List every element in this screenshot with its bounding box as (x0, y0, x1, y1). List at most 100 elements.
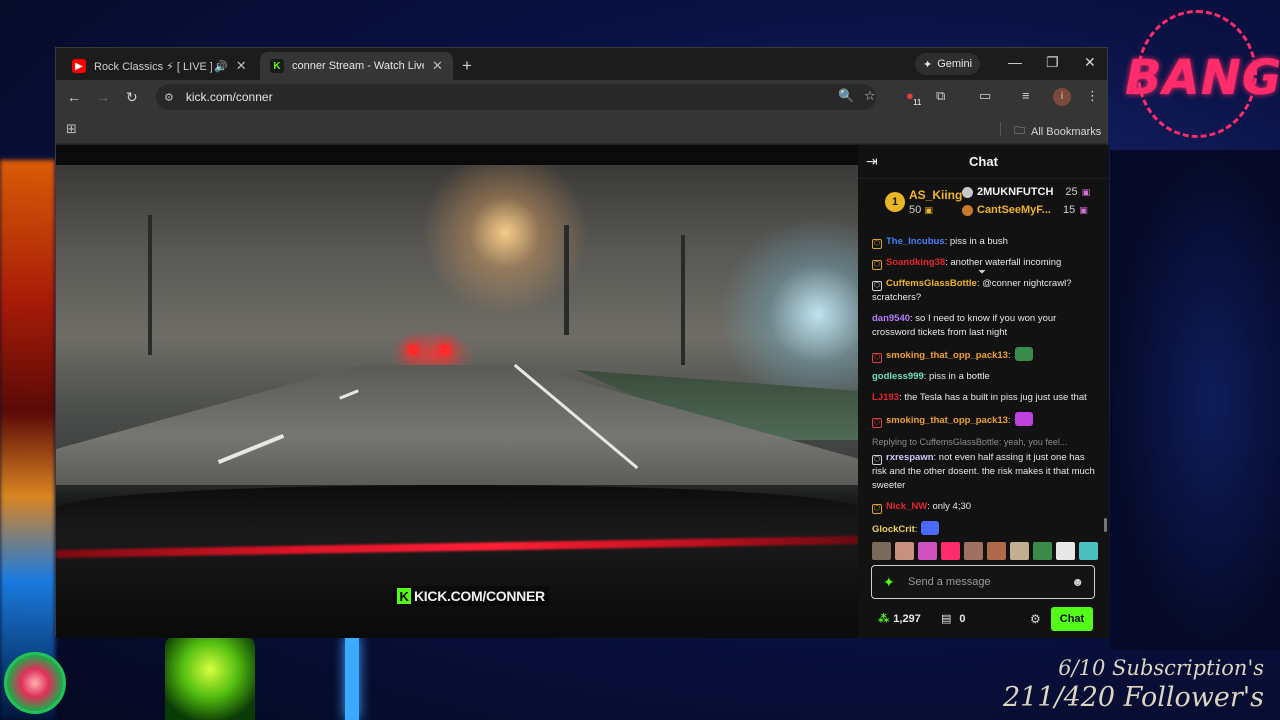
close-window-icon[interactable]: ✕ (1084, 54, 1096, 71)
tab-rock-classics[interactable]: ▶ Rock Classics ⚡ [ LIVE ] Tim 🔊 ✕ (62, 52, 257, 80)
restore-icon[interactable]: ❐ (1046, 54, 1059, 71)
emote-icon[interactable] (1010, 542, 1029, 560)
kick-page: K KICK.COM/CONNER ⇥ Chat 1 AS_Kiing 50 ▣… (56, 145, 1109, 638)
leaderboard-first-name: AS_Kiing (909, 188, 963, 202)
chat-title: Chat (969, 154, 998, 169)
sub-badge-icon: ⬡ (872, 281, 882, 291)
kick-logo-icon: K (397, 588, 411, 604)
chat-message: LJ193: the Tesla has a built in piss jug… (872, 391, 1097, 405)
profile-avatar[interactable]: i (1053, 88, 1071, 106)
bookmark-star-icon[interactable]: ☆ (864, 88, 876, 104)
emote-icon[interactable] (987, 542, 1006, 560)
leaderboard-second-name: 2MUKNFUTCH (977, 186, 1054, 198)
zoom-icon[interactable]: 🔍 (838, 88, 854, 104)
bronze-rank-icon (962, 204, 973, 216)
emote-icon[interactable] (872, 542, 891, 560)
emote-icon[interactable] (918, 542, 937, 560)
chat-header: ⇥ Chat (858, 145, 1109, 179)
message-input[interactable] (908, 573, 1058, 591)
browser-window: ▶ Rock Classics ⚡ [ LIVE ] Tim 🔊 ✕ K con… (55, 47, 1109, 638)
reply-context[interactable]: Replying to CuffemsGlassBottle: yeah, yo… (872, 435, 1097, 449)
emote-icon[interactable] (895, 542, 914, 560)
send-chat-button[interactable]: Chat (1051, 607, 1093, 631)
store-button[interactable]: ▤ 0 (941, 612, 966, 626)
chat-username[interactable]: GlockCrit (872, 524, 915, 535)
gift-leaderboard[interactable]: 1 AS_Kiing 50 ▣ 2MUKNFUTCH 25 ▣ CantSeeM… (858, 183, 1109, 278)
speaker-icon (4, 652, 66, 714)
chat-message: Replying to CuffemsGlassBottle: yeah, yo… (872, 435, 1097, 493)
chat-username[interactable]: Nick_NW (886, 501, 927, 512)
chat-message: ⬡ The_Incubus: piss in a bush (872, 235, 1097, 249)
chat-text: : only 4;30 (927, 501, 972, 512)
chat-username[interactable]: godless999 (872, 371, 924, 382)
chat-username[interactable]: LJ193 (872, 392, 899, 403)
all-bookmarks-button[interactable]: 🗀 All Bookmarks (1014, 122, 1101, 141)
cast-icon[interactable]: ▭ (979, 88, 991, 104)
gemini-label: Gemini (937, 58, 973, 70)
pepe-emote-icon[interactable] (1033, 542, 1052, 560)
chat-username[interactable]: smoking_that_opp_pack13 (886, 415, 1008, 426)
tab-conner-stream[interactable]: K conner Stream - Watch Live on ✕ (260, 52, 453, 80)
background-glow (1110, 150, 1280, 650)
gift-icon: ▣ (1081, 186, 1091, 197)
chat-text: : piss in a bush (944, 236, 1008, 247)
bang-logo: BANG (1125, 10, 1280, 142)
apps-grid-icon[interactable]: ⊞ (66, 121, 77, 137)
url-text[interactable]: kick.com/conner (186, 90, 273, 104)
chat-text: : piss in a bottle (923, 371, 990, 382)
address-bar[interactable]: ⚙ kick.com/conner (156, 84, 876, 110)
chat-text: : (1007, 415, 1011, 426)
media-control-icon[interactable]: ≡ (1022, 88, 1030, 103)
chat-username[interactable]: rxrespawn (886, 452, 934, 463)
points-icon: ⁂ (878, 613, 890, 625)
back-icon[interactable]: ← (67, 89, 81, 105)
chat-username[interactable]: dan9540 (872, 313, 910, 324)
chat-input-box[interactable]: ✦ ☻ (871, 565, 1095, 599)
channel-points[interactable]: ⁂ 1,297 (878, 612, 921, 626)
gemini-button[interactable]: ✦ Gemini (915, 53, 981, 75)
chat-settings-icon[interactable]: ⚙ (1030, 612, 1041, 626)
bookmarks-bar: ⊞ 🗀 All Bookmarks (56, 114, 1107, 144)
close-tab-icon[interactable]: ✕ (236, 58, 247, 74)
chat-message: ⬡ Nick_NW: only 4;30 (872, 500, 1097, 514)
site-info-icon[interactable]: ⚙ (164, 91, 174, 104)
stream-watermark: K KICK.COM/CONNER (393, 586, 549, 606)
chat-text: : (914, 524, 918, 535)
gemini-icon: ✦ (923, 58, 933, 71)
youtube-icon: ▶ (72, 59, 86, 73)
chat-panel: ⇥ Chat 1 AS_Kiing 50 ▣ 2MUKNFUTCH 25 ▣ C… (858, 145, 1109, 638)
emote-icon[interactable] (964, 542, 983, 560)
chat-footer: ⁂ 1,297 ▤ 0 ⚙ Chat (858, 607, 1109, 633)
background-neon-green (165, 636, 255, 720)
all-bookmarks-label: All Bookmarks (1031, 125, 1102, 138)
sub-badge-icon: ⬡ (872, 239, 882, 249)
emote-icon[interactable] (1079, 542, 1098, 560)
chat-message: ⬡ smoking_that_opp_pack13: (872, 347, 1097, 363)
chat-username[interactable]: smoking_that_opp_pack13 (886, 350, 1008, 361)
menu-kebab-icon[interactable]: ⋮ (1086, 88, 1099, 104)
chat-scrollbar[interactable] (1104, 518, 1107, 532)
emoji-icon[interactable]: ☻ (1071, 575, 1084, 589)
emote-picker-icon[interactable]: ✦ (883, 574, 895, 591)
leaderboard-third-count: 15 (1062, 204, 1076, 216)
gift-icon: ▣ (1079, 204, 1088, 215)
speaker-playing-icon[interactable]: 🔊 (214, 60, 228, 73)
forward-icon[interactable]: → (96, 89, 110, 105)
video-player[interactable]: K KICK.COM/CONNER (56, 165, 858, 617)
close-tab-icon[interactable]: ✕ (432, 58, 443, 74)
subscription-goal: 6/10 Subscription's (1058, 656, 1264, 680)
reload-icon[interactable]: ↻ (126, 89, 138, 106)
minimize-icon[interactable]: — (1008, 54, 1022, 70)
chat-username[interactable]: The_Incubus (886, 236, 945, 247)
kick-icon: K (270, 59, 284, 73)
ghost-emote-icon[interactable] (1056, 542, 1075, 560)
chat-message: ⬡ Soandking38: another waterfall incoming (872, 256, 1097, 270)
sub-badge-icon: ⬡ (872, 260, 882, 270)
tab-title: Rock Classics ⚡ [ LIVE ] Tim (94, 60, 212, 73)
chat-username[interactable]: Soandking38 (886, 257, 945, 268)
extensions-puzzle-icon[interactable]: ⧉ (936, 88, 945, 104)
new-tab-button[interactable]: + (462, 56, 472, 76)
chat-username[interactable]: CuffemsGlassBottle (886, 278, 977, 289)
bang-emote-icon[interactable] (941, 542, 960, 560)
stream-goals: 6/10 Subscription's 211/420 Follower's (1003, 656, 1264, 713)
